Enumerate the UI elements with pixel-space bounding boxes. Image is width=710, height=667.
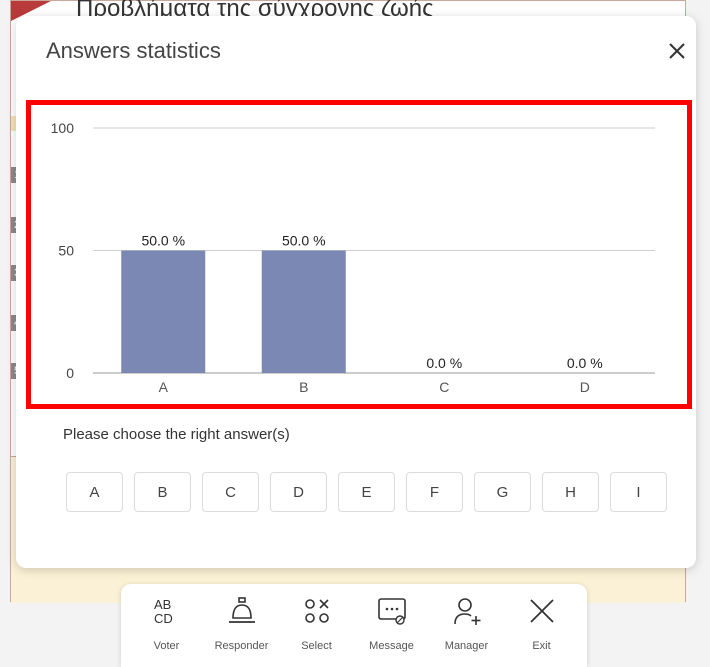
bell-icon bbox=[228, 597, 255, 623]
responder-button[interactable]: Responder bbox=[207, 594, 277, 652]
select-shapes-icon bbox=[304, 599, 329, 623]
answer-options: A B C D E F G H I bbox=[66, 472, 667, 512]
y-tick-label: 50 bbox=[58, 243, 74, 259]
bottom-toolbar: AB CD Voter Responder Select Message Man… bbox=[121, 584, 587, 667]
bar-value-label: 50.0 % bbox=[141, 233, 185, 249]
dialog-title: Answers statistics bbox=[46, 38, 221, 63]
bar-value-label: 0.0 % bbox=[567, 355, 603, 371]
bar-value-label: 50.0 % bbox=[282, 233, 326, 249]
option-button-g[interactable]: G bbox=[474, 472, 531, 512]
bar-b bbox=[261, 250, 346, 373]
option-button-d[interactable]: D bbox=[270, 472, 327, 512]
option-button-a[interactable]: A bbox=[66, 472, 123, 512]
answers-statistics-dialog: Answers statistics 0 50 100 50.0 % A 50.0 % B 0… bbox=[16, 16, 696, 568]
exit-label: Exit bbox=[532, 640, 551, 652]
x-tick-label: B bbox=[299, 379, 308, 395]
manager-label: Manager bbox=[444, 640, 489, 652]
y-tick-label: 0 bbox=[66, 365, 74, 381]
close-button[interactable] bbox=[663, 37, 691, 65]
voter-label: Voter bbox=[153, 640, 180, 652]
option-button-c[interactable]: C bbox=[202, 472, 259, 512]
x-tick-label: D bbox=[580, 379, 590, 395]
option-button-h[interactable]: H bbox=[542, 472, 599, 512]
option-button-b[interactable]: B bbox=[134, 472, 191, 512]
svg-text:CD: CD bbox=[154, 611, 173, 626]
responder-label: Responder bbox=[214, 640, 269, 652]
option-button-f[interactable]: F bbox=[406, 472, 463, 512]
bar-a bbox=[121, 250, 206, 373]
answers-bar-chart: 0 50 100 50.0 % A 50.0 % B 0.0 % C 0.0 % D bbox=[51, 120, 655, 395]
voter-button[interactable]: AB CD Voter bbox=[132, 594, 202, 652]
x-tick-label: A bbox=[159, 379, 169, 395]
x-tick-label: C bbox=[439, 379, 449, 395]
y-tick-label: 100 bbox=[51, 120, 75, 136]
answer-prompt: Please choose the right answer(s) bbox=[63, 426, 290, 443]
message-icon bbox=[377, 598, 406, 625]
option-button-e[interactable]: E bbox=[338, 472, 395, 512]
close-icon bbox=[669, 43, 685, 59]
exit-button[interactable]: Exit bbox=[507, 594, 577, 652]
add-user-icon bbox=[453, 598, 480, 625]
voter-abcd-icon: AB CD bbox=[154, 597, 173, 626]
select-button[interactable]: Select bbox=[282, 594, 352, 652]
bar-value-label: 0.0 % bbox=[426, 355, 462, 371]
close-icon bbox=[529, 599, 554, 623]
manager-button[interactable]: Manager bbox=[432, 594, 502, 652]
option-button-i[interactable]: I bbox=[610, 472, 667, 512]
message-label: Message bbox=[369, 640, 414, 652]
message-button[interactable]: Message bbox=[357, 594, 427, 652]
select-label: Select bbox=[301, 640, 332, 652]
svg-text:AB: AB bbox=[154, 597, 171, 612]
chart-highlight-frame: 0 50 100 50.0 % A 50.0 % B 0.0 % C 0.0 % D bbox=[26, 100, 692, 409]
